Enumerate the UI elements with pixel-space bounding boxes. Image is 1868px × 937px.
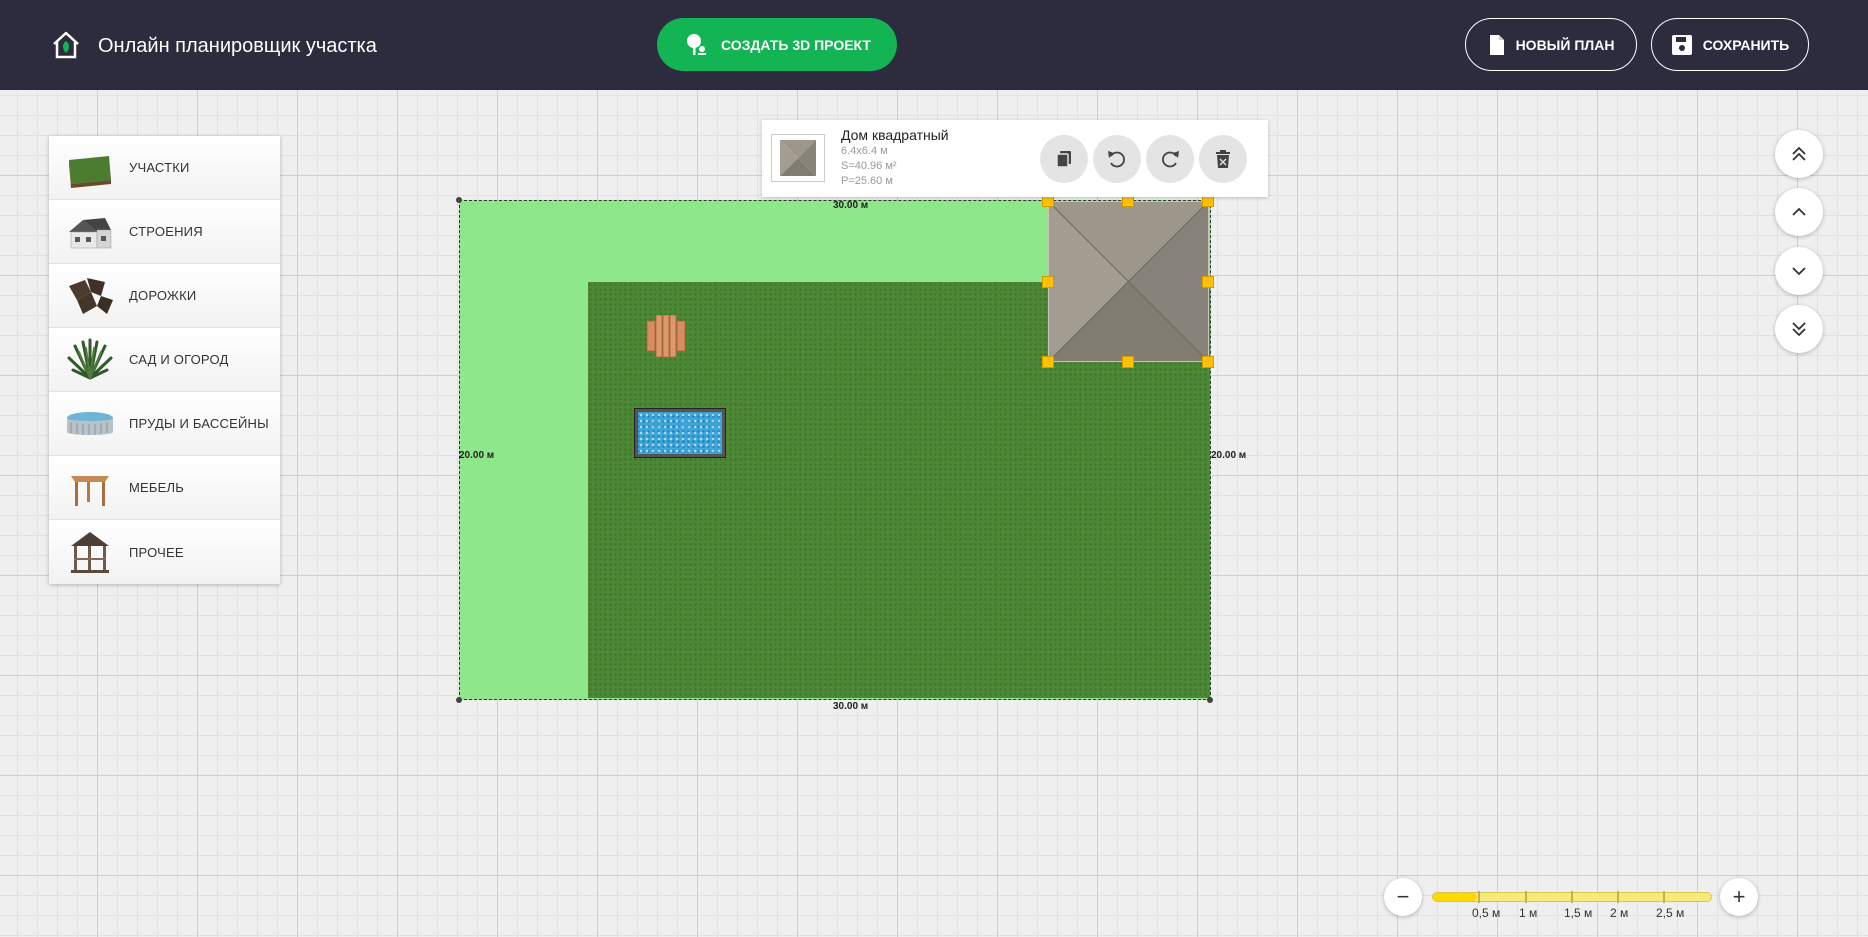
save-button[interactable]: СОХРАНИТЬ	[1651, 18, 1809, 71]
category-sidebar: УЧАСТКИ СТРОЕНИЯ ДОРОЖКИ САД И ОГОРОД ПР…	[49, 136, 280, 584]
sidebar-item-garden[interactable]: САД И ОГОРОД	[49, 328, 280, 392]
zoom-in-button[interactable]: +	[1720, 878, 1758, 916]
sidebar-item-label: ДОРОЖКИ	[129, 288, 197, 303]
bench-object[interactable]	[646, 315, 686, 357]
zoom-tick	[1525, 891, 1527, 903]
save-label: СОХРАНИТЬ	[1702, 36, 1790, 53]
resize-handle[interactable]	[1202, 276, 1214, 288]
new-plan-label: НОВЫЙ ПЛАН	[1515, 36, 1615, 53]
sidebar-item-plots[interactable]: УЧАСТКИ	[49, 136, 280, 200]
bring-to-front-button[interactable]	[1775, 130, 1823, 178]
create-3d-project-button[interactable]: СОЗДАТЬ 3D ПРОЕКТ	[657, 18, 897, 71]
file-icon	[1489, 34, 1504, 55]
sidebar-item-label: ПРОЧЕЕ	[129, 544, 184, 560]
sidebar-item-ponds-pools[interactable]: ПРУДЫ И БАССЕЙНЫ	[49, 392, 280, 456]
table-icon	[71, 475, 109, 506]
gazebo-icon	[71, 532, 109, 573]
plot-corner[interactable]	[456, 697, 462, 703]
chevron-up-icon	[1792, 207, 1806, 216]
plot-bottom-dimension: 30.00 м	[833, 701, 869, 712]
duplicate-button[interactable]	[1040, 135, 1088, 183]
minus-icon: −	[1396, 884, 1410, 909]
zoom-tick	[1571, 891, 1573, 903]
chevron-down-icon	[1792, 267, 1806, 276]
pool-object[interactable]	[634, 408, 726, 458]
rotate-left-button[interactable]	[1093, 135, 1141, 183]
copy-icon	[1056, 151, 1071, 168]
sidebar-item-label: МЕБЕЛЬ	[129, 480, 184, 495]
sidebar-item-buildings[interactable]: СТРОЕНИЯ	[49, 200, 280, 264]
zoom-scale-label: 2,5 м	[1656, 906, 1685, 920]
selected-object-panel: Дом квадратный 6.4x6.4 м S=40.96 м² P=25…	[762, 120, 1268, 197]
plot-corner[interactable]	[1207, 697, 1213, 703]
zoom-scale-label: 1 м	[1519, 906, 1538, 920]
app-header: Онлайн планировщик участка СОЗДАТЬ 3D ПР…	[0, 0, 1868, 90]
zoom-scale-label: 1,5 м	[1564, 906, 1593, 920]
sidebar-item-other[interactable]: ПРОЧЕЕ	[49, 520, 280, 584]
create-3d-project-label: СОЗДАТЬ 3D ПРОЕКТ	[721, 36, 871, 53]
sidebar-item-paths[interactable]: ДОРОЖКИ	[49, 264, 280, 328]
pool-water	[638, 412, 722, 454]
zoom-tick	[1663, 891, 1665, 903]
house-icon	[69, 217, 112, 248]
plus-icon: +	[1732, 884, 1746, 909]
zoom-scale-label: 2 м	[1610, 906, 1629, 920]
plot-top-dimension: 30.00 м	[833, 200, 869, 211]
object-thumbnail	[771, 134, 825, 182]
object-size: 6.4x6.4 м	[841, 145, 888, 157]
rotate-right-icon	[1162, 151, 1179, 168]
zoom-scale-label: 0,5 м	[1472, 906, 1501, 920]
delete-button[interactable]	[1199, 135, 1247, 183]
sidebar-item-furniture[interactable]: МЕБЕЛЬ	[49, 456, 280, 520]
home-logo-icon[interactable]	[50, 29, 82, 61]
object-area: S=40.96 м²	[841, 160, 897, 172]
move-up-button[interactable]	[1775, 188, 1823, 236]
zoom-out-button[interactable]: −	[1384, 878, 1422, 916]
zoom-tick	[1478, 891, 1480, 903]
app-title: Онлайн планировщик участка	[98, 35, 377, 57]
sidebar-item-label: САД И ОГОРОД	[129, 352, 229, 367]
paving-icon	[69, 277, 113, 314]
new-plan-button[interactable]: НОВЫЙ ПЛАН	[1465, 18, 1637, 71]
resize-handle[interactable]	[1042, 356, 1054, 368]
send-to-back-button[interactable]	[1775, 305, 1823, 353]
sidebar-item-label: ПРУДЫ И БАССЕЙНЫ	[129, 416, 269, 431]
trash-icon	[1216, 150, 1230, 168]
floppy-disk-icon	[1671, 34, 1692, 55]
resize-handle[interactable]	[1122, 356, 1134, 368]
sidebar-item-label: СТРОЕНИЯ	[129, 224, 203, 239]
zoom-slider-fill	[1433, 893, 1478, 901]
object-name: Дом квадратный	[841, 127, 949, 143]
double-chevron-up-icon	[1792, 146, 1806, 161]
double-chevron-down-icon	[1792, 322, 1806, 337]
plot-corner[interactable]	[456, 197, 462, 203]
plot-right-dimension: 20.00 м	[1211, 450, 1247, 461]
sidebar-item-label: УЧАСТКИ	[129, 160, 190, 175]
lawn-icon	[69, 155, 111, 188]
zoom-tick	[1617, 891, 1619, 903]
house-object[interactable]	[1048, 201, 1209, 362]
resize-handle[interactable]	[1042, 276, 1054, 288]
rotate-right-button[interactable]	[1146, 135, 1194, 183]
pool-icon	[67, 411, 113, 435]
object-perimeter: P=25.60 м	[841, 175, 893, 187]
rotate-left-icon	[1108, 151, 1125, 168]
plant-icon	[67, 338, 113, 379]
plot-left-dimension: 20.00 м	[459, 450, 495, 461]
tree-icon	[687, 33, 706, 55]
house-roof-icon	[780, 140, 816, 176]
move-down-button[interactable]	[1775, 247, 1823, 295]
resize-handle[interactable]	[1202, 356, 1214, 368]
